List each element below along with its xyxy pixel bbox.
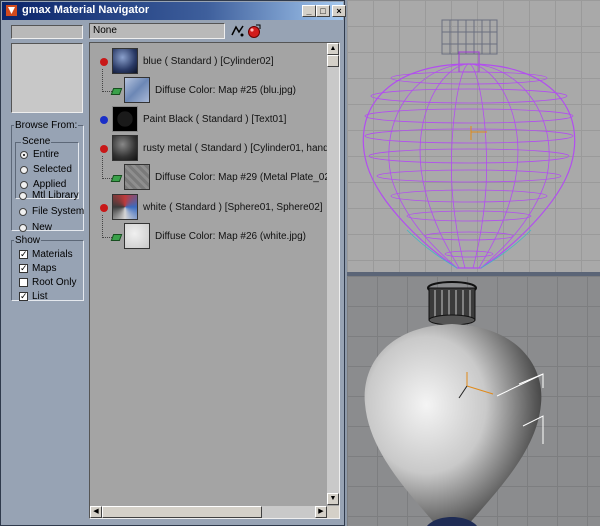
checkbox-indicator[interactable]: ✓ [19, 292, 28, 301]
shaded-balloon [364, 281, 544, 526]
browse-from-group: Browse From: Scene Entire Selected Appli… [11, 120, 85, 233]
radio-indicator[interactable] [19, 192, 27, 200]
map-thumbnail [124, 223, 150, 249]
scroll-left-arrow-icon[interactable]: ◀ [90, 506, 102, 518]
bitmap-map-icon [110, 88, 123, 95]
selected-name-field[interactable] [11, 25, 83, 39]
material-preview-swatch [11, 43, 83, 113]
checkbox-label: Root Only [32, 277, 77, 288]
radio-indicator[interactable] [19, 208, 27, 216]
bitmap-map-icon [110, 175, 123, 182]
wireframe-balloon [362, 19, 576, 269]
radio-indicator[interactable] [20, 151, 28, 159]
minimize-button[interactable]: _ [302, 5, 316, 17]
material-thumbnail [112, 194, 138, 220]
close-button[interactable]: × [332, 5, 346, 17]
vertical-scrollbar[interactable]: ▲ ▼ [327, 43, 339, 505]
material-thumbnail [112, 135, 138, 161]
list-item-label: Diffuse Color: Map #29 (Metal Plate_02.2… [155, 172, 340, 183]
window-title: gmax Material Navigator [22, 4, 150, 16]
gmax-app-icon [6, 5, 17, 16]
checkbox-label: List [32, 291, 48, 302]
material-sphere-icon [100, 116, 108, 124]
checkbox-indicator[interactable]: ✓ [19, 250, 28, 259]
scroll-up-arrow-icon[interactable]: ▲ [327, 43, 339, 55]
tree-connector [102, 156, 112, 179]
show-group: Show ✓ Materials ✓ Maps Root Only ✓ List [11, 235, 84, 302]
radio-label: New [32, 222, 53, 233]
material-list[interactable]: blue ( Standard ) [Cylinder02] Diffuse C… [89, 42, 340, 519]
title-bar[interactable]: gmax Material Navigator _ □ × [2, 2, 346, 20]
bitmap-map-icon [110, 234, 123, 241]
radio-indicator[interactable] [19, 224, 27, 232]
material-name-field[interactable]: None [89, 23, 225, 39]
radio-indicator[interactable] [20, 181, 28, 189]
map-thumbnail [124, 77, 150, 103]
tree-connector [102, 69, 112, 92]
radio-label: Entire [33, 149, 60, 160]
list-item-label: Diffuse Color: Map #25 (blu.jpg) [155, 85, 296, 96]
horizontal-scrollbar[interactable]: ◀ ▶ [90, 506, 327, 518]
checkbox-indicator[interactable]: ✓ [19, 264, 28, 273]
viewport-top-wireframe[interactable] [347, 0, 600, 272]
radio-indicator[interactable] [20, 166, 28, 174]
material-thumbnail [112, 48, 138, 74]
material-sphere-icon[interactable] [247, 24, 261, 38]
radio-label: Applied [33, 179, 67, 190]
list-item-label: rusty metal ( Standard ) [Cylinder01, ha… [143, 143, 340, 154]
material-sphere-icon [100, 58, 108, 66]
scroll-down-arrow-icon[interactable]: ▼ [327, 493, 339, 505]
horizontal-scroll-thumb[interactable] [102, 506, 262, 518]
radio-label: Selected [33, 164, 72, 175]
browse-from-legend: Browse From: [15, 120, 78, 131]
list-item-label: blue ( Standard ) [Cylinder02] [143, 56, 274, 67]
list-item-label: white ( Standard ) [Sphere01, Sphere02] [143, 202, 323, 213]
scene-legend: Scene [21, 136, 52, 147]
material-navigator-window: gmax Material Navigator _ □ × Browse Fro… [0, 0, 346, 526]
pick-material-icon[interactable] [230, 24, 245, 38]
list-item-label: Diffuse Color: Map #26 (white.jpg) [155, 231, 306, 242]
list-item-label: Paint Black ( Standard ) [Text01] [143, 114, 287, 125]
radio-label: Mtl Library [32, 190, 79, 201]
scroll-right-arrow-icon[interactable]: ▶ [315, 506, 327, 518]
show-legend: Show [15, 235, 41, 246]
scrollbar-corner [327, 506, 339, 518]
radio-label: File System [32, 206, 85, 217]
material-thumbnail [112, 106, 138, 132]
checkbox-label: Maps [32, 263, 57, 274]
viewport-perspective[interactable] [347, 276, 600, 526]
material-sphere-icon [100, 204, 108, 212]
map-thumbnail [124, 164, 150, 190]
material-sphere-icon [100, 145, 108, 153]
maximize-button[interactable]: □ [316, 5, 330, 17]
checkbox-indicator[interactable] [19, 278, 28, 287]
checkbox-label: Materials [32, 249, 73, 260]
tree-connector [102, 215, 112, 238]
vertical-scroll-thumb[interactable] [327, 55, 339, 67]
